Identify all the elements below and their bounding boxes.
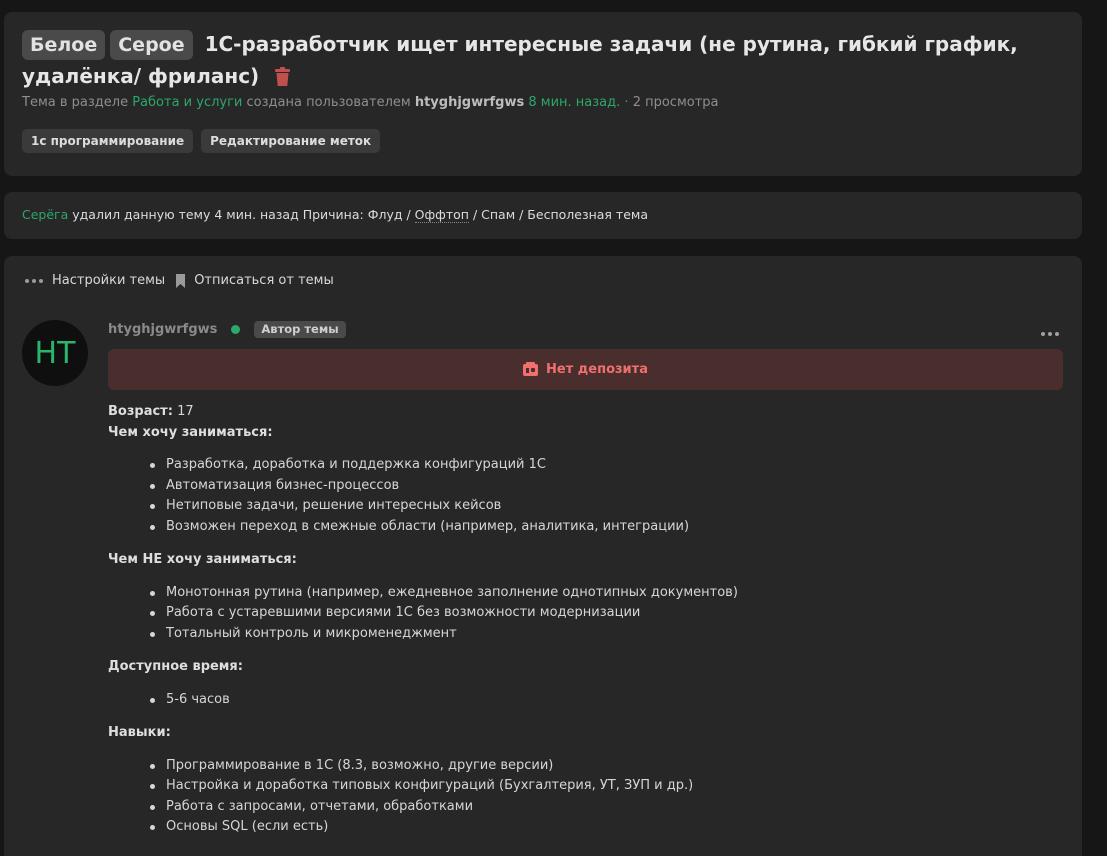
unsubscribe-button[interactable]: Отписаться от темы — [175, 273, 334, 288]
post-container: Настройки темы Отписаться от темы HT hty… — [4, 256, 1082, 856]
deletion-notice-text: Серёга удалил данную тему 4 мин. назад П… — [22, 207, 648, 223]
unsubscribe-label: Отписаться от темы — [194, 273, 334, 288]
skills-label-line: Навыки: — [108, 723, 1063, 744]
post-header: htyghjgwrfgws Автор темы — [108, 321, 346, 338]
section-link[interactable]: Работа и услуги — [132, 95, 242, 110]
thread-time[interactable]: 8 мин. назад. — [528, 95, 620, 110]
age-label: Возраст: — [108, 404, 173, 419]
not-want-label-line: Чем НЕ хочу заниматься: — [108, 550, 1063, 571]
prefix-grey[interactable]: Серое — [110, 30, 193, 60]
thread-header: Белое Серое 1С-разработчик ищет интересны… — [4, 12, 1082, 176]
list-item: Работа с запросами, отчетами, обработкам… — [150, 797, 1063, 818]
list-item: Монотонная рутина (например, ежедневное … — [150, 583, 1063, 604]
time-label: Доступное время: — [108, 659, 243, 674]
list-item: 5-6 часов — [150, 690, 1063, 711]
meta-prefix-text: Тема в разделе — [22, 95, 129, 110]
list-item: Основы SQL (если есть) — [150, 817, 1063, 838]
moderator-link[interactable]: Серёга — [22, 207, 68, 222]
meta-separator: · — [624, 95, 629, 110]
not-want-list: Монотонная рутина (например, ежедневное … — [150, 583, 1063, 645]
want-list: Разработка, доработка и поддержка конфиг… — [150, 455, 1063, 537]
view-count: 2 просмотра — [632, 95, 719, 110]
age-value: 17 — [177, 404, 194, 419]
post-menu-icon[interactable] — [1040, 322, 1060, 341]
thread-actions: Настройки темы Отписаться от темы — [24, 273, 344, 288]
not-want-label: Чем НЕ хочу заниматься: — [108, 552, 297, 567]
thread-title-line: Белое Серое 1С-разработчик ищет интересны… — [22, 28, 1062, 96]
wallet-icon — [523, 362, 539, 376]
no-deposit-label: Нет депозита — [546, 362, 648, 377]
post-body: Возраст: 17 Чем хочу заниматься: Разрабо… — [108, 402, 1063, 851]
want-label-line: Чем хочу заниматься: — [108, 423, 1063, 444]
list-item: Нетиповые задачи, решение интересных кей… — [150, 496, 1063, 517]
want-label: Чем хочу заниматься: — [108, 424, 273, 440]
time-label-line: Доступное время: — [108, 657, 1063, 678]
dots-icon — [25, 278, 43, 283]
reason-link[interactable]: Оффтоп — [414, 207, 469, 223]
thread-meta: Тема в разделе Работа и услуги создана п… — [22, 95, 719, 110]
author-link[interactable]: htyghjgwrfgws — [415, 95, 524, 110]
age-line: Возраст: 17 — [108, 402, 1063, 423]
thread-settings-button[interactable]: Настройки темы — [24, 273, 165, 288]
deletion-notice: Серёга удалил данную тему 4 мин. назад П… — [4, 192, 1082, 239]
notice-text-before: удалил данную тему 4 мин. назад Причина:… — [72, 207, 411, 222]
list-item: Возможен переход в смежные области (напр… — [150, 517, 1063, 538]
list-item: Работа с устаревшими версиями 1С без воз… — [150, 603, 1063, 624]
prefix-white[interactable]: Белое — [22, 30, 106, 60]
list-item: Автоматизация бизнес-процессов — [150, 476, 1063, 497]
edit-tags-button[interactable]: Редактирование меток — [201, 129, 381, 153]
bookmark-icon — [176, 273, 186, 288]
list-item: Программирование в 1С (8.3, возможно, др… — [150, 756, 1063, 777]
no-deposit-banner: Нет депозита — [108, 349, 1063, 390]
avatar[interactable]: HT — [22, 320, 88, 386]
tag-1c[interactable]: 1с программирование — [22, 129, 194, 153]
thread-settings-label: Настройки темы — [52, 273, 166, 288]
online-status-dot — [231, 325, 241, 334]
list-item: Тотальный контроль и микроменеджмент — [150, 624, 1063, 645]
trash-icon[interactable] — [274, 64, 291, 96]
tag-list: 1с программирование Редактирование меток — [22, 129, 381, 153]
skills-label: Навыки: — [108, 725, 171, 740]
list-item: Разработка, доработка и поддержка конфиг… — [150, 455, 1063, 476]
list-item: Настройка и доработка типовых конфигурац… — [150, 776, 1063, 797]
meta-created-by: создана пользователем — [246, 95, 411, 110]
notice-text-after: / Спам / Бесполезная тема — [472, 207, 648, 222]
time-list: 5-6 часов — [150, 690, 1063, 711]
author-badge: Автор темы — [254, 321, 346, 338]
post-username[interactable]: htyghjgwrfgws — [108, 322, 217, 337]
skills-list: Программирование в 1С (8.3, возможно, др… — [150, 756, 1063, 838]
